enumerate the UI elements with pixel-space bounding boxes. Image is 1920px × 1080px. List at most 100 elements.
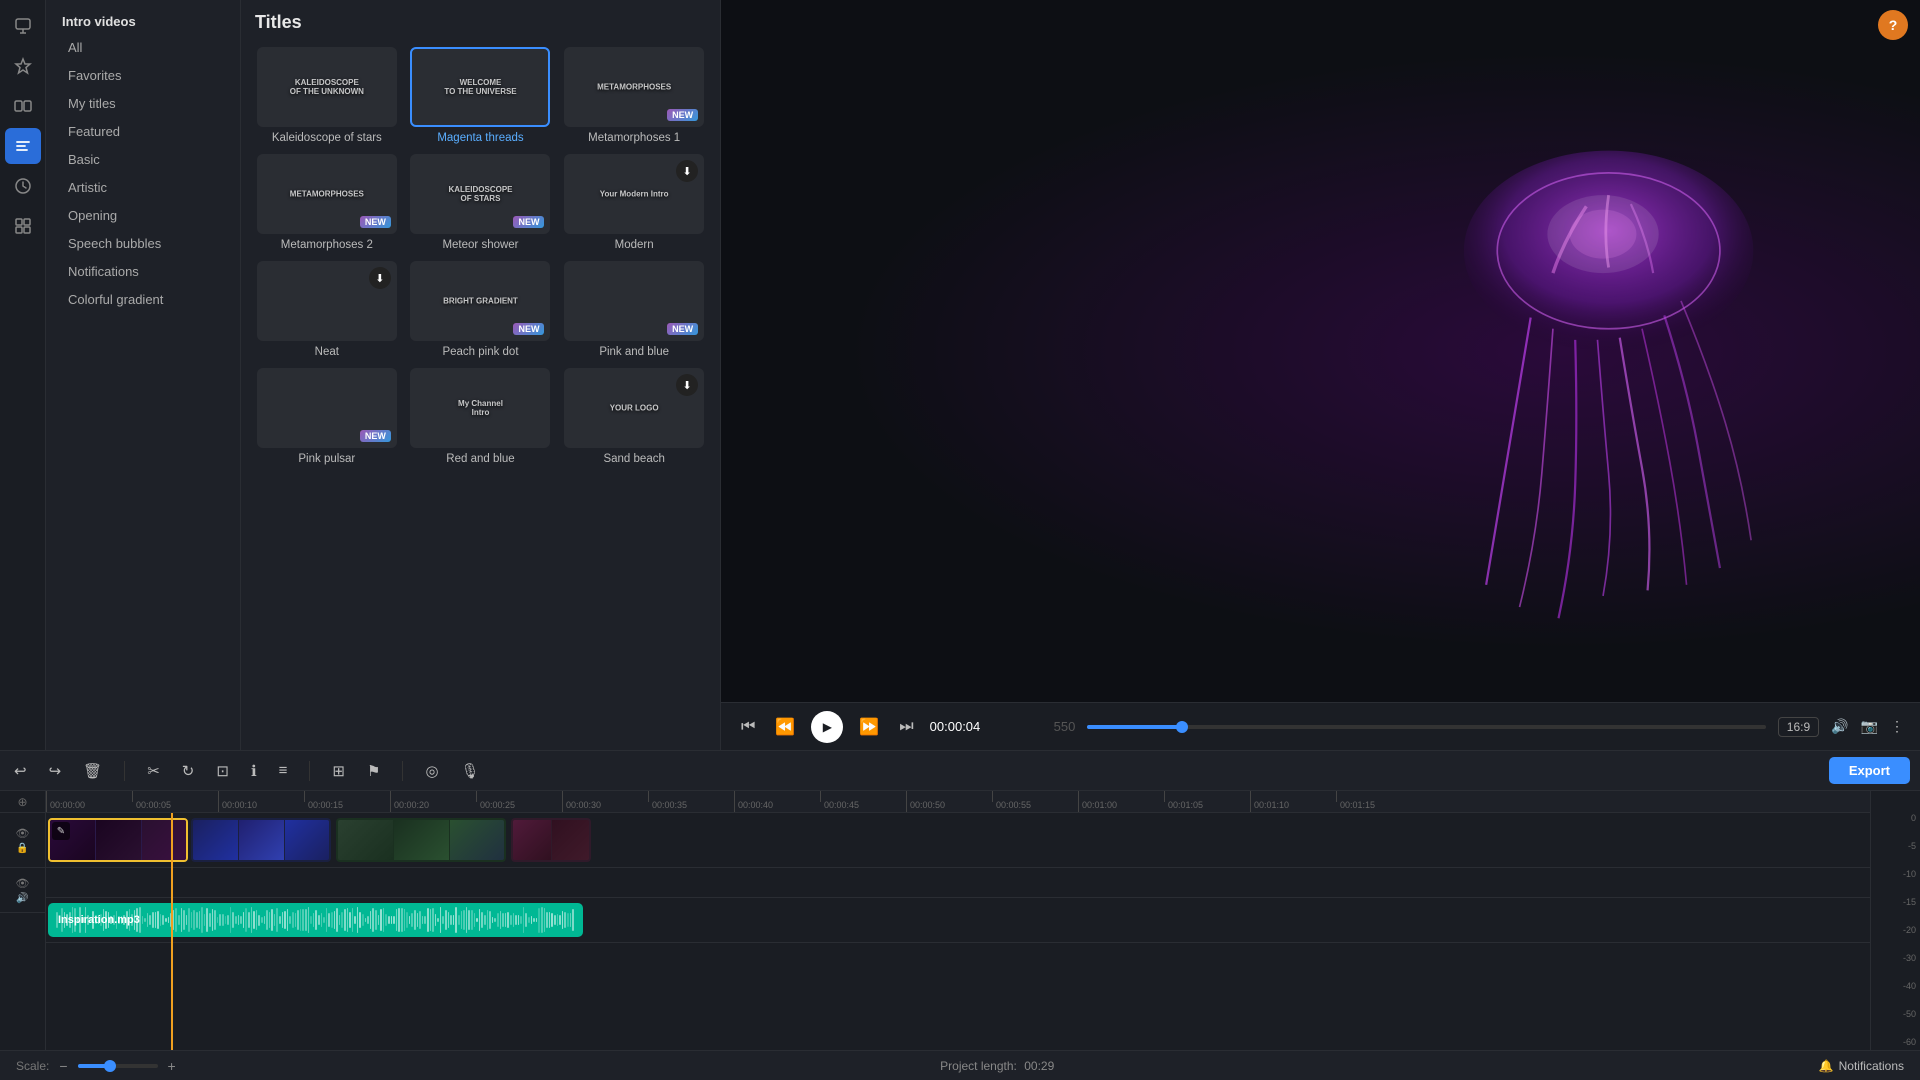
download-badge-neat[interactable]: ⬇ (369, 267, 391, 289)
meter-label-2: -10 (1903, 869, 1916, 879)
snapshot-icon[interactable]: 📷 (1861, 718, 1878, 735)
ruler-mark-7: 00:00:35 (648, 791, 687, 812)
title-card-peach[interactable]: BRIGHT GRADIENTNEWPeach pink dot (409, 261, 553, 358)
flag-button[interactable]: ⚑ (363, 758, 384, 784)
title-label-kaleidoscope: Kaleidoscope of stars (272, 132, 382, 144)
clip-frame-3 (142, 820, 187, 860)
audio-clip[interactable]: Inspiration.mp3 (48, 903, 583, 937)
skip-to-end-button[interactable]: ⏭ (895, 714, 917, 740)
help-button[interactable]: ? (1878, 10, 1908, 40)
time-secondary-display: 550 (1054, 719, 1076, 734)
title-card-neat[interactable]: ⬇Neat (255, 261, 399, 358)
info-button[interactable]: ℹ (247, 758, 261, 784)
sidebar-item-all[interactable]: All (52, 34, 234, 61)
redo-button[interactable]: ↪ (45, 758, 66, 784)
title-card-modern[interactable]: Your Modern Intro⬇Modern (562, 154, 706, 251)
playhead (171, 813, 173, 1050)
mic-button[interactable]: 🎙 (457, 758, 484, 784)
title-label-pinkpulsar: Pink pulsar (298, 453, 355, 465)
export-button[interactable]: Export (1829, 757, 1910, 784)
icon-sidebar (0, 0, 46, 750)
sidebar-item-opening[interactable]: Opening (52, 202, 234, 229)
step-back-button[interactable]: ⏪ (771, 713, 799, 741)
sidebar-icon-transitions[interactable] (5, 88, 41, 124)
step-forward-button[interactable]: ⏩ (855, 713, 883, 741)
delete-button[interactable]: 🗑 (79, 758, 106, 784)
video-clip-2[interactable] (191, 818, 331, 862)
video-clip-4[interactable] (511, 818, 591, 862)
meter-label-6: -40 (1903, 981, 1916, 991)
title-thumb-redblue: My ChannelIntro (410, 368, 550, 448)
ruler-label-2: 00:00:10 (222, 800, 257, 810)
sidebar-icon-titles[interactable] (5, 128, 41, 164)
title-card-redblue[interactable]: My ChannelIntroRed and blue (409, 368, 553, 465)
title-card-metamorphoses2[interactable]: METAMORPHOSESNEWMetamorphoses 2 (255, 154, 399, 251)
project-length-label: Project length: (940, 1059, 1017, 1073)
undo-button[interactable]: ↩ (10, 758, 31, 784)
redo2-button[interactable]: ↻ (178, 758, 199, 784)
title-card-magenta[interactable]: WELCOMETO THE UNIVERSEMagenta threads (409, 47, 553, 144)
clip-frame-6 (285, 820, 330, 860)
download-badge-modern[interactable]: ⬇ (676, 160, 698, 182)
sidebar-item-speech-bubbles[interactable]: Speech bubbles (52, 230, 234, 257)
title-card-meteor[interactable]: KALEIDOSCOPEOF STARSNEWMeteor shower (409, 154, 553, 251)
sidebar-icon-effects[interactable] (5, 48, 41, 84)
insert-button[interactable]: ⊞ (328, 758, 349, 784)
preview-video: ? (721, 0, 1920, 702)
more-options-icon[interactable]: ⋮ (1890, 718, 1904, 735)
title-card-metamorphoses1[interactable]: METAMORPHOSESNEWMetamorphoses 1 (562, 47, 706, 144)
title-card-kaleidoscope[interactable]: KALEIDOSCOPEOF THE UNKNOWNKaleidoscope o… (255, 47, 399, 144)
new-badge-meteor: NEW (513, 216, 544, 228)
audio-track-eye-icon[interactable]: 👁 (16, 877, 30, 890)
target-button[interactable]: ◎ (421, 758, 442, 784)
sidebar-item-my-titles[interactable]: My titles (52, 90, 234, 117)
scale-decrease-icon[interactable]: − (59, 1058, 67, 1074)
video-clip-1[interactable]: ✎ (48, 818, 188, 862)
ruler-label-11: 00:00:55 (996, 800, 1031, 810)
aspect-ratio-selector[interactable]: 16:9 (1778, 717, 1819, 737)
sidebar-icon-clock[interactable] (5, 168, 41, 204)
sidebar-item-colorful-gradient[interactable]: Colorful gradient (52, 286, 234, 313)
download-badge-sand[interactable]: ⬇ (676, 374, 698, 396)
timeline-toolbar: ↩ ↪ 🗑 ✂ ↻ ⊡ ℹ ≡ ⊞ ⚑ ◎ 🎙 Export (0, 751, 1920, 791)
scale-slider[interactable] (78, 1064, 158, 1068)
play-button[interactable]: ▶ (811, 711, 843, 743)
audio-track-vol-icon[interactable]: 🔊 (16, 893, 28, 904)
ruler-label-13: 00:01:05 (1168, 800, 1203, 810)
title-thumb-neat: ⬇ (257, 261, 397, 341)
adjust-button[interactable]: ≡ (275, 758, 292, 783)
skip-to-start-button[interactable]: ⏮ (737, 714, 759, 740)
project-length: Project length: 00:29 (940, 1059, 1054, 1073)
title-card-pinkpulsar[interactable]: NEWPink pulsar (255, 368, 399, 465)
ruler-mark-6: 00:00:30 (562, 791, 601, 812)
ruler-label-5: 00:00:25 (480, 800, 515, 810)
title-card-sand[interactable]: YOUR LOGO⬇Sand beach (562, 368, 706, 465)
notifications-button[interactable]: 🔔 Notifications (1819, 1059, 1904, 1073)
add-track-icon[interactable]: ⊕ (17, 795, 27, 809)
video-clip-3[interactable] (336, 818, 506, 862)
sidebar-item-featured[interactable]: Featured (52, 118, 234, 145)
scale-increase-icon[interactable]: + (168, 1058, 176, 1074)
sidebar-item-favorites[interactable]: Favorites (52, 62, 234, 89)
sidebar-item-artistic[interactable]: Artistic (52, 174, 234, 201)
volume-icon[interactable]: 🔊 (1831, 718, 1848, 735)
sidebar-item-basic[interactable]: Basic (52, 146, 234, 173)
video-track-lock-icon[interactable]: 🔒 (16, 843, 28, 854)
sidebar-icon-media[interactable] (5, 8, 41, 44)
sidebar-icon-grid[interactable] (5, 208, 41, 244)
title-card-pinkblue[interactable]: NEWPink and blue (562, 261, 706, 358)
meter-label-3: -15 (1903, 897, 1916, 907)
meter-label-7: -50 (1903, 1009, 1916, 1019)
ruler-mark-3: 00:00:15 (304, 791, 343, 812)
progress-bar[interactable] (1087, 725, 1765, 729)
audio-track: Inspiration.mp3 (46, 898, 1870, 943)
preview-area: ? ⏮ ⏪ ▶ ⏩ ⏭ 00:00:04 550 16:9 🔊 📷 ⋮ (721, 0, 1920, 750)
video-track-eye-icon[interactable]: 👁 (16, 827, 30, 840)
cut-button[interactable]: ✂ (143, 758, 164, 784)
thumb-overlay-meteor: KALEIDOSCOPEOF STARS (448, 185, 512, 203)
ruler-label-8: 00:00:40 (738, 800, 773, 810)
crop-button[interactable]: ⊡ (212, 758, 233, 784)
sidebar-item-notifications[interactable]: Notifications (52, 258, 234, 285)
level-meter-bars: 0-5-10-15-20-30-40-50-60 (1871, 813, 1920, 1050)
panel-title: Titles (255, 12, 706, 33)
